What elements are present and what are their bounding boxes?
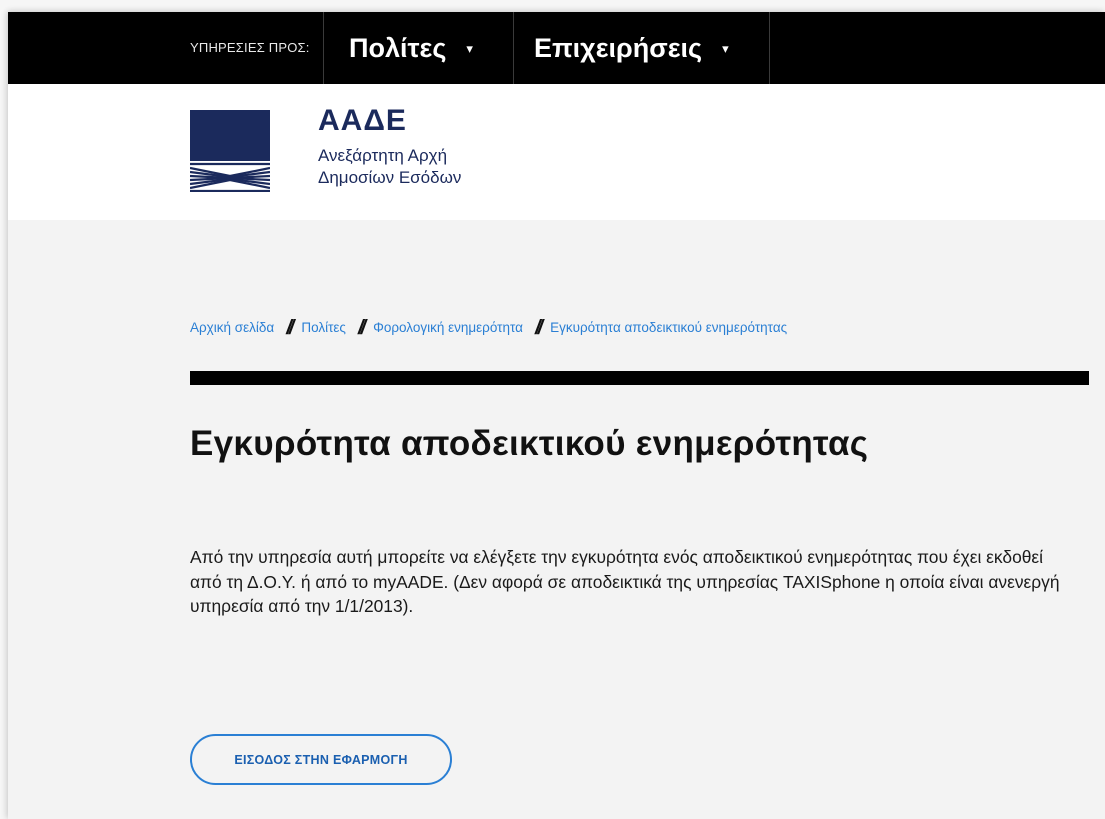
nav-item-citizens[interactable]: Πολίτες ▾ [349, 12, 473, 84]
breadcrumb-separator: // [357, 317, 366, 339]
chevron-down-icon: ▾ [466, 41, 473, 56]
site-header: ΑΑΔΕ Ανεξάρτητη Αρχή Δημοσίων Εσόδων [8, 84, 1105, 220]
nav-item-businesses-label: Επιχειρήσεις [534, 33, 703, 63]
breadcrumb: Αρχική σελίδα // Πολίτες // Φορολογική ενημε… [190, 317, 787, 340]
breadcrumb-separator: // [286, 317, 294, 339]
breadcrumb-current[interactable]: Εγκυρότητα αποδεικτικού ενημερότητας [550, 320, 787, 335]
page-title: Εγκυρότητα αποδεικτικού ενημερότητας [190, 424, 869, 463]
nav-item-businesses[interactable]: Επιχειρήσεις ▾ [534, 12, 729, 84]
nav-item-citizens-label: Πολίτες [349, 33, 447, 63]
breadcrumb-tax-clearance[interactable]: Φορολογική ενημερότητα [373, 320, 523, 335]
title-divider-bar [190, 371, 1089, 385]
breadcrumb-separator: // [534, 317, 543, 339]
logo-subtitle-line1: Ανεξάρτητη Αρχή [318, 146, 448, 165]
breadcrumb-citizens[interactable]: Πολίτες [301, 320, 346, 335]
services-for-label: ΥΠΗΡΕΣΙΕΣ ΠΡΟΣ: [190, 40, 310, 55]
enter-application-button[interactable]: ΕΙΣΟΔΟΣ ΣΤΗΝ ΕΦΑΡΜΟΓΗ [190, 734, 452, 785]
chevron-down-icon: ▾ [722, 41, 729, 56]
logo-subtitle-line2: Δημοσίων Εσόδων [318, 168, 462, 187]
top-navigation-bar: ΥΠΗΡΕΣΙΕΣ ΠΡΟΣ: Πολίτες ▾ Επιχειρήσεις ▾ [8, 12, 1105, 84]
page-frame: ΥΠΗΡΕΣΙΕΣ ΠΡΟΣ: Πολίτες ▾ Επιχειρήσεις ▾ [8, 12, 1105, 819]
nav-divider [769, 12, 770, 84]
nav-divider [513, 12, 514, 84]
nav-divider [323, 12, 324, 84]
logo-subtitle: Ανεξάρτητη Αρχή Δημοσίων Εσόδων [318, 145, 461, 189]
logo-title: ΑΑΔΕ [318, 104, 407, 137]
aade-logo-icon[interactable] [189, 110, 271, 197]
breadcrumb-home[interactable]: Αρχική σελίδα [190, 320, 274, 335]
page-description: Από την υπηρεσία αυτή μπορείτε να ελέγξε… [190, 547, 1060, 616]
